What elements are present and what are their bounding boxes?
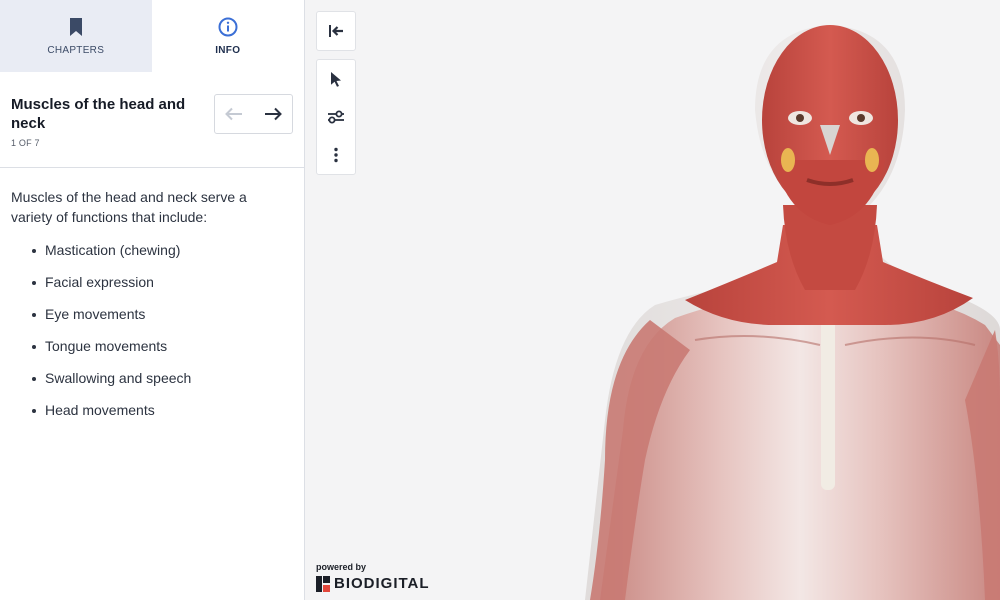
- tab-bar: CHAPTERS INFO: [0, 0, 304, 72]
- tab-chapters[interactable]: CHAPTERS: [0, 0, 152, 72]
- list-item: Facial expression: [11, 274, 304, 306]
- list-item: Swallowing and speech: [11, 370, 304, 402]
- chapter-counter: 1 OF 7: [11, 138, 40, 148]
- previous-button[interactable]: [215, 95, 254, 133]
- sliders-icon: [328, 110, 344, 124]
- list-item: Tongue movements: [11, 338, 304, 370]
- list-item: Mastication (chewing): [11, 242, 304, 274]
- list-item: Head movements: [11, 402, 304, 434]
- chapter-title: Muscles of the head and neck: [11, 96, 186, 132]
- settings-button[interactable]: [317, 98, 355, 136]
- 3d-viewer[interactable]: powered by BIODIGITAL: [305, 0, 1000, 600]
- list-item: Eye movements: [11, 306, 304, 338]
- arrow-left-icon: [225, 107, 243, 121]
- biodigital-logo[interactable]: BIODIGITAL: [316, 575, 430, 592]
- tab-chapters-label: CHAPTERS: [47, 44, 105, 56]
- tab-info[interactable]: INFO: [151, 0, 304, 72]
- chapter-content: Muscles of the head and neck serve a var…: [0, 168, 304, 434]
- pointer-icon: [331, 72, 341, 87]
- viewer-toolbar: [316, 59, 356, 175]
- branding: powered by BIODIGITAL: [316, 562, 430, 592]
- bookmark-icon: [69, 17, 82, 36]
- tab-info-label: INFO: [215, 44, 241, 56]
- chapter-header: Muscles of the head and neck 1 OF 7: [0, 72, 304, 168]
- collapse-left-icon: [329, 25, 343, 37]
- powered-by-text: powered by: [316, 562, 367, 572]
- biodigital-logo-icon: [316, 575, 330, 592]
- brand-name: BIODIGITAL: [334, 575, 430, 592]
- arrow-right-icon: [264, 107, 282, 121]
- collapse-sidebar-button[interactable]: [317, 12, 355, 50]
- more-vertical-icon: [334, 147, 338, 163]
- select-tool-button[interactable]: [317, 60, 355, 98]
- intro-text: Muscles of the head and neck serve a var…: [11, 189, 247, 225]
- chapter-nav: [214, 94, 293, 134]
- collapse-toolbar: [316, 11, 356, 51]
- sidebar: CHAPTERS INFO Muscles of the head and ne…: [0, 0, 305, 600]
- info-icon: [218, 17, 238, 36]
- function-list: Mastication (chewing) Facial expression …: [11, 242, 304, 434]
- next-button[interactable]: [254, 95, 293, 133]
- more-options-button[interactable]: [317, 136, 355, 174]
- anatomy-model[interactable]: [305, 0, 1000, 600]
